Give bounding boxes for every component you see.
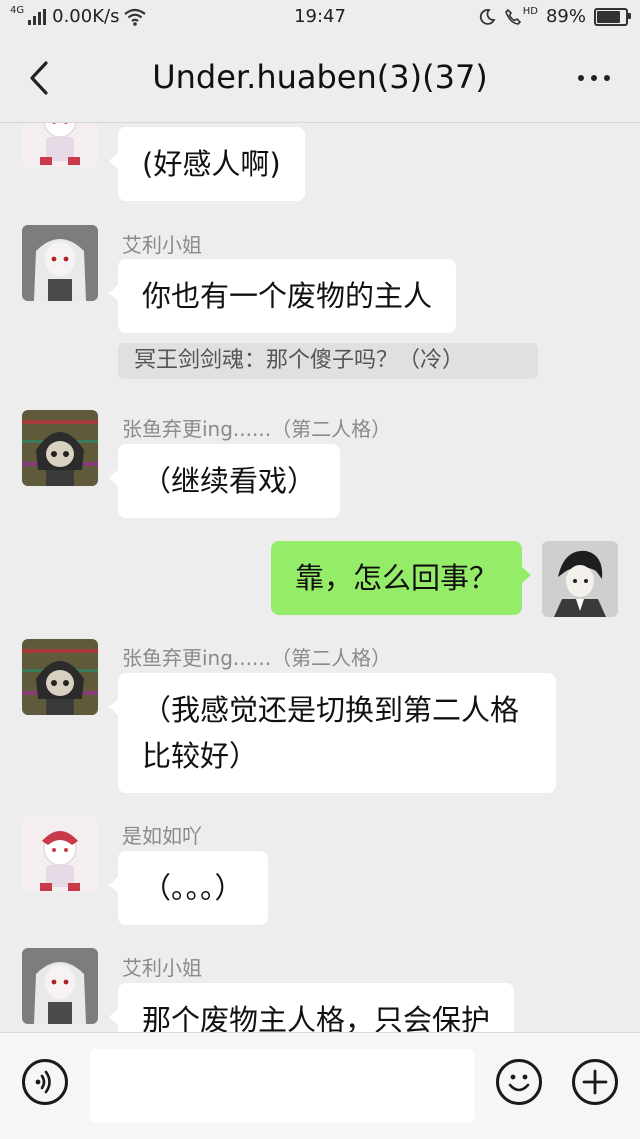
avatar[interactable]: [22, 410, 98, 486]
message-line: 比较好）: [142, 739, 259, 773]
avatar-red-hat-girl-icon: [22, 817, 98, 893]
avatar[interactable]: [22, 948, 98, 1024]
moon-icon: [479, 8, 496, 25]
hd-label: HD: [522, 6, 538, 17]
avatar-white-hair-girl-icon: [22, 225, 98, 301]
voice-icon: [35, 1070, 51, 1094]
status-right: HD 89%: [478, 6, 631, 27]
avatar[interactable]: [22, 123, 98, 167]
quoted-message[interactable]: 冥王剑剑魂：那个傻子吗？（冷）: [118, 343, 538, 379]
sender-name: 张鱼弃更ing......（第二人格）: [122, 417, 392, 441]
more-button[interactable]: [570, 58, 618, 98]
add-button[interactable]: [572, 1059, 618, 1105]
battery-icon: [594, 7, 631, 26]
message-input[interactable]: [90, 1049, 474, 1123]
more-dots-icon: [578, 75, 584, 81]
plus-icon: [582, 1069, 608, 1095]
avatar-dark-hair-boy-icon: [542, 541, 618, 617]
message-bubble[interactable]: （。。。）: [109, 851, 268, 925]
avatar-glitch-girl-icon: [22, 639, 98, 715]
avatar-own[interactable]: [542, 541, 618, 617]
avatar[interactable]: [22, 225, 98, 301]
emoji-icon: [508, 1074, 530, 1092]
input-bar: [0, 1032, 640, 1139]
chat-header: Under.huaben(3)(37): [0, 34, 640, 123]
message-bubble[interactable]: 那个废物主人格，只会保护: [108, 983, 515, 1032]
sender-name: 艾利小姐: [122, 233, 202, 257]
chat-title: Under.huaben(3)(37): [152, 58, 488, 96]
status-bar: 4G 0.00K/s 19:47 HD 89%: [0, 0, 640, 34]
message-line: （我感觉还是切换到第二人格: [142, 693, 520, 727]
sender-name: 是如如吖: [122, 824, 202, 848]
message-bubble[interactable]: （继续看戏）: [108, 444, 341, 518]
hd-call-icon: HD: [504, 6, 538, 26]
message-bubble[interactable]: （我感觉还是切换到第二人格 比较好）: [109, 673, 556, 793]
chat-message-list[interactable]: (好感人啊) 艾利小姐 你也有一个废物的主人 冥王剑剑魂：那个傻子吗？（冷） 张…: [0, 123, 640, 1032]
message-bubble[interactable]: (好感人啊): [109, 127, 305, 201]
avatar-white-hair-girl-icon: [22, 948, 98, 1024]
sender-name: 张鱼弃更ing......（第二人格）: [122, 646, 392, 670]
sender-name: 艾利小姐: [122, 956, 202, 980]
avatar[interactable]: [22, 639, 98, 715]
voice-button[interactable]: [22, 1059, 68, 1105]
avatar-red-hat-girl-icon: [22, 123, 98, 167]
emoji-button[interactable]: [496, 1059, 542, 1105]
message-bubble[interactable]: 你也有一个废物的主人: [108, 259, 457, 333]
battery-percent: 89%: [545, 6, 586, 27]
battery-level: [597, 10, 621, 23]
message-bubble-own[interactable]: 靠，怎么回事？: [270, 541, 532, 615]
avatar[interactable]: [22, 817, 98, 893]
avatar-glitch-girl-icon: [22, 410, 98, 486]
